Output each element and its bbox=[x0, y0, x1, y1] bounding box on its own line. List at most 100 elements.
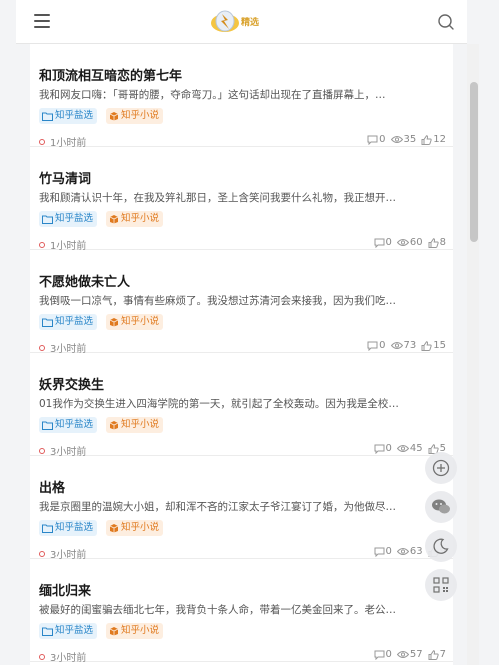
like-count[interactable]: 8 bbox=[428, 237, 446, 248]
scrollbar-thumb[interactable] bbox=[470, 82, 478, 242]
comment-count[interactable]: 0 bbox=[374, 649, 392, 660]
comment-count[interactable]: 0 bbox=[374, 546, 392, 557]
article-title[interactable]: 竹马清词 bbox=[39, 168, 91, 187]
article-excerpt: 01我作为交换生进入四海学院的第一天，就引起了全校轰动。因为我是全校… bbox=[39, 398, 399, 410]
article-card[interactable]: 妖界交换生 01我作为交换生进入四海学院的第一天，就引起了全校轰动。因为我是全校…… bbox=[30, 353, 453, 458]
box-icon bbox=[109, 112, 119, 121]
time-dot-icon bbox=[39, 447, 45, 454]
article-feed: 和顶流相互暗恋的第七年我和网友口嗨：「哥哥的腰，夺命弯刀。」这句话却出现在了直播… bbox=[30, 44, 453, 665]
thumbs-up-icon bbox=[421, 134, 432, 145]
view-count: 60 bbox=[396, 237, 423, 248]
tag-zhihu-yanxuan[interactable]: 知乎盐选 bbox=[39, 314, 98, 330]
comment-count-value: 0 bbox=[385, 649, 392, 660]
like-count[interactable]: 7 bbox=[428, 649, 446, 660]
thumbs-up-icon bbox=[428, 237, 439, 248]
like-count-value: 12 bbox=[433, 134, 446, 145]
time-dot-icon bbox=[39, 344, 45, 351]
view-count: 63 bbox=[396, 546, 423, 557]
tag-label: 知乎盐选 bbox=[55, 110, 94, 121]
article-title[interactable]: 妖界交换生 bbox=[39, 374, 104, 393]
time-dot-icon bbox=[39, 241, 45, 248]
tag-zhihu-novel[interactable]: 知乎小说 bbox=[106, 314, 164, 330]
wechat-share-button[interactable] bbox=[425, 491, 457, 523]
add-icon bbox=[432, 459, 450, 477]
like-count[interactable]: 12 bbox=[421, 134, 446, 145]
view-count-value: 60 bbox=[409, 237, 423, 248]
article-card[interactable]: 出格我是京圈里的温婉大小姐，却和浑不吝的江家太子爷江宴订了婚，为他做尽… 知乎盐选… bbox=[30, 456, 453, 561]
comment-count-value: 0 bbox=[379, 340, 386, 351]
comment-count[interactable]: 0 bbox=[374, 443, 392, 454]
article-title[interactable]: 出格 bbox=[39, 477, 65, 496]
article-stats: 0 73 15 bbox=[362, 340, 446, 351]
article-title[interactable]: 缅北归来 bbox=[39, 580, 91, 599]
tag-zhihu-yanxuan[interactable]: 知乎盐选 bbox=[39, 623, 98, 639]
comment-count[interactable]: 0 bbox=[374, 237, 392, 248]
article-title[interactable]: 和顶流相互暗恋的第七年 bbox=[39, 65, 182, 84]
top-header: 精选 bbox=[16, 0, 467, 44]
dark-mode-button[interactable] bbox=[425, 530, 457, 562]
hamburger-menu-icon[interactable] bbox=[34, 14, 50, 28]
article-excerpt: 我和网友口嗨：「哥哥的腰，夺命弯刀。」这句话却出现在了直播屏幕上，… bbox=[39, 89, 386, 101]
view-count-value: 35 bbox=[403, 134, 417, 145]
article-card[interactable]: 不愿她做未亡人 我倒吸一口凉气，事情有些麻烦了。我没想过苏清河会来接我，因为我们吃… bbox=[30, 250, 453, 355]
like-count-value: 8 bbox=[439, 237, 446, 248]
tag-zhihu-yanxuan[interactable]: 知乎盐选 bbox=[39, 211, 98, 227]
like-count[interactable]: 15 bbox=[421, 340, 446, 351]
tag-label: 知乎盐选 bbox=[55, 316, 94, 327]
time-dot-icon bbox=[39, 653, 45, 660]
article-stats: 0 35 12 bbox=[362, 134, 446, 145]
tag-zhihu-novel[interactable]: 知乎小说 bbox=[106, 211, 164, 227]
comment-icon bbox=[374, 650, 385, 660]
view-count: 73 bbox=[390, 340, 417, 351]
tag-label: 知乎盐选 bbox=[55, 419, 94, 430]
box-icon bbox=[109, 524, 119, 533]
qrcode-button[interactable] bbox=[425, 569, 457, 601]
view-count-value: 45 bbox=[409, 443, 423, 454]
time-dot-icon bbox=[39, 550, 45, 557]
view-count-value: 73 bbox=[403, 340, 417, 351]
time-dot-icon bbox=[39, 138, 45, 145]
tag-label: 知乎盐选 bbox=[55, 213, 94, 224]
publish-time: 3小时前 bbox=[39, 649, 86, 664]
like-count-value: 15 bbox=[433, 340, 446, 351]
site-logo[interactable]: 精选 bbox=[209, 6, 259, 36]
tag-zhihu-novel[interactable]: 知乎小说 bbox=[106, 108, 164, 124]
tag-label: 知乎盐选 bbox=[55, 522, 94, 533]
time-text: 3小时前 bbox=[50, 653, 87, 664]
tag-label: 知乎盐选 bbox=[55, 625, 94, 636]
tag-label: 知乎小说 bbox=[121, 522, 160, 533]
box-icon bbox=[109, 421, 119, 430]
article-excerpt: 我是京圈里的温婉大小姐，却和浑不吝的江家太子爷江宴订了婚，为他做尽… bbox=[39, 501, 396, 513]
tag-zhihu-yanxuan[interactable]: 知乎盐选 bbox=[39, 108, 98, 124]
article-card[interactable]: 和顶流相互暗恋的第七年我和网友口嗨：「哥哥的腰，夺命弯刀。」这句话却出现在了直播… bbox=[30, 44, 453, 149]
eye-icon bbox=[396, 651, 409, 658]
view-count: 35 bbox=[390, 134, 417, 145]
tag-zhihu-yanxuan[interactable]: 知乎盐选 bbox=[39, 417, 98, 433]
article-excerpt: 被最好的闺蜜骗去缅北七年，我背负十条人命，带着一亿美金回来了。老公… bbox=[39, 604, 396, 616]
comment-count[interactable]: 0 bbox=[367, 134, 386, 145]
folder-icon bbox=[42, 318, 53, 327]
article-card[interactable]: 缅北归来被最好的闺蜜骗去缅北七年，我背负十条人命，带着一亿美金回来了。老公… 知乎… bbox=[30, 559, 453, 664]
wechat-icon bbox=[432, 499, 450, 514]
search-icon[interactable] bbox=[437, 13, 455, 31]
tag-zhihu-novel[interactable]: 知乎小说 bbox=[106, 623, 164, 639]
thumbs-up-icon bbox=[421, 340, 432, 351]
comment-count[interactable]: 0 bbox=[367, 340, 386, 351]
tag-label: 知乎小说 bbox=[121, 625, 160, 636]
tag-zhihu-novel[interactable]: 知乎小说 bbox=[106, 520, 164, 536]
eye-icon bbox=[396, 445, 409, 452]
tag-zhihu-novel[interactable]: 知乎小说 bbox=[106, 417, 164, 433]
logo-text: 精选 bbox=[241, 17, 260, 28]
article-title[interactable]: 不愿她做未亡人 bbox=[39, 271, 130, 290]
tag-label: 知乎小说 bbox=[121, 316, 160, 327]
view-count: 57 bbox=[396, 649, 423, 660]
folder-icon bbox=[42, 215, 53, 224]
comment-icon bbox=[374, 238, 385, 248]
article-stats: 0 57 7 bbox=[369, 649, 446, 660]
add-button[interactable] bbox=[425, 452, 457, 484]
article-card[interactable]: 竹马清词 我和顾清认识十年，在我及笄礼那日，圣上含笑问我要什么礼物，我正想开… 知乎… bbox=[30, 147, 453, 252]
eye-icon bbox=[396, 548, 409, 555]
tag-zhihu-yanxuan[interactable]: 知乎盐选 bbox=[39, 520, 98, 536]
box-icon bbox=[109, 215, 119, 224]
view-count-value: 63 bbox=[409, 546, 423, 557]
